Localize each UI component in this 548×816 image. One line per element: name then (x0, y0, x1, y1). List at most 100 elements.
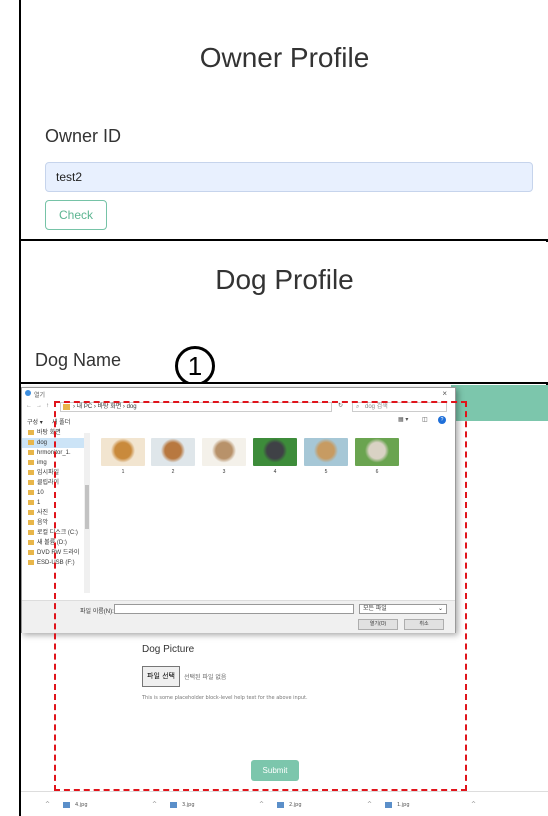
folder-icon (28, 449, 34, 455)
dog-photo-icon (202, 438, 246, 466)
chevron-up-icon[interactable]: ^ (45, 799, 50, 811)
download-item[interactable]: 3.jpg (170, 799, 195, 811)
download-file-name: 4.jpg (75, 802, 88, 808)
file-thumbnail[interactable]: 2 (151, 438, 195, 478)
nav-item[interactable]: 음악 (22, 518, 90, 528)
forward-arrow-icon[interactable]: → (36, 403, 42, 409)
folder-icon (28, 509, 34, 515)
open-button[interactable]: 열기(O) (358, 619, 398, 630)
dialog-close-icon[interactable]: × (442, 389, 447, 398)
file-thumbnail[interactable]: 3 (202, 438, 246, 478)
download-file-name: 2.jpg (289, 802, 302, 808)
nav-item[interactable]: 클립라이 (22, 478, 90, 488)
dialog-toolbar: 구성 ▾ 새 폴더 ▦ ▾ ◫ ? (22, 415, 455, 427)
chevron-up-icon[interactable]: ^ (152, 799, 157, 811)
help-icon[interactable]: ? (438, 416, 446, 424)
folder-icon (28, 469, 34, 475)
file-thumbnail[interactable]: 1 (101, 438, 145, 478)
upload-panel: 열기 × ← → ↑ › 내 PC › 바탕 화면 › dog ↻ ⌕ dog … (21, 385, 548, 816)
filetype-select[interactable]: 모든 파일 ⌄ (359, 604, 447, 614)
download-item[interactable]: 4.jpg (63, 799, 88, 811)
nav-item[interactable]: 사진 (22, 508, 90, 518)
dialog-title: 열기 (34, 393, 46, 399)
file-thumbnail[interactable]: 4 (253, 438, 297, 478)
nav-item[interactable]: DVD RW 드라이 (22, 548, 90, 558)
owner-profile-title: Owner Profile (199, 42, 370, 73)
nav-item-label: 로컬 디스크 (C:) (37, 530, 78, 536)
nav-item-label: 10 (37, 490, 44, 496)
downloads-bar: ^ 4.jpg ^ 3.jpg ^ 2.jpg ^ 1.jpg ^ (21, 791, 548, 816)
nav-item-label: 새 볼륨 (D:) (37, 540, 67, 546)
nav-item[interactable]: 1 (22, 498, 90, 508)
folder-icon (28, 539, 34, 545)
download-item[interactable]: 2.jpg (277, 799, 302, 811)
nav-scroll-thumb[interactable] (85, 485, 89, 529)
owner-id-input[interactable]: test2 (45, 162, 533, 192)
folder-icon (28, 499, 34, 505)
nav-item[interactable]: ESD-USB (F:) (22, 558, 90, 568)
nav-item[interactable]: dog (22, 438, 90, 448)
check-button[interactable]: Check (45, 200, 107, 230)
nav-item-label: 임시파일 (37, 470, 60, 476)
folder-icon (28, 559, 34, 565)
address-path[interactable]: › 내 PC › 바탕 화면 › dog (60, 402, 332, 412)
nav-item-label: 클립라이 (37, 480, 60, 486)
chevron-up-icon[interactable]: ^ (471, 799, 476, 811)
no-file-text: 선택된 파일 없음 (184, 674, 227, 681)
organize-menu[interactable]: 구성 ▾ (27, 417, 43, 426)
nav-item-label: hrmonitor_1. (37, 450, 71, 456)
dialog-nav-pane: 바탕 화면 dog hrmonitor_1.img 임시파일클립라이 10 1 사진 음악로컬… (22, 428, 90, 598)
refresh-icon[interactable]: ↻ (338, 402, 343, 409)
filename-input[interactable] (114, 604, 354, 614)
dog-photo-icon (101, 438, 145, 466)
image-file-icon (170, 801, 177, 808)
screenshot-frame: Owner Profile Owner ID test2 Check Dog P… (19, 0, 548, 816)
dog-photo-icon (253, 438, 297, 466)
nav-item[interactable]: 로컬 디스크 (C:) (22, 528, 90, 538)
help-text: This is some placeholder block-level hel… (142, 695, 308, 701)
folder-icon (28, 479, 34, 485)
download-file-name: 3.jpg (182, 802, 195, 808)
nav-item[interactable]: hrmonitor_1. (22, 448, 90, 458)
preview-pane-icon[interactable]: ◫ (422, 416, 428, 423)
up-arrow-icon[interactable]: ↑ (46, 403, 49, 409)
chevron-down-icon: ⌄ (437, 606, 443, 612)
dog-photo-icon (304, 438, 348, 466)
nav-item[interactable]: 10 (22, 488, 90, 498)
chrome-logo-icon (25, 390, 31, 396)
nav-item[interactable]: 바탕 화면 (22, 428, 90, 438)
file-thumbnail[interactable]: 6 (355, 438, 399, 478)
folder-icon (63, 404, 70, 410)
submit-button[interactable]: Submit (251, 760, 299, 781)
folder-icon (28, 429, 34, 435)
nav-item-label: ESD-USB (F:) (37, 560, 75, 566)
download-item[interactable]: 1.jpg (385, 799, 410, 811)
file-name: 2 (171, 469, 175, 475)
nav-scrollbar[interactable] (84, 433, 90, 593)
folder-icon (28, 459, 34, 465)
filetype-value: 모든 파일 (363, 606, 387, 612)
nav-item[interactable]: 임시파일 (22, 468, 90, 478)
cancel-button[interactable]: 취소 (404, 619, 444, 630)
file-name: 1 (121, 469, 125, 475)
file-thumbnail[interactable]: 5 (304, 438, 348, 478)
image-file-icon (277, 801, 284, 808)
new-folder-button[interactable]: 새 폴더 (52, 417, 70, 426)
back-arrow-icon[interactable]: ← (26, 403, 32, 409)
nav-item-label: dog (37, 440, 48, 446)
dialog-bottom-bar: 파일 이름(N): 모든 파일 ⌄ 열기(O) 취소 (22, 600, 455, 633)
view-options-icon[interactable]: ▦ ▾ (398, 416, 408, 423)
folder-icon (28, 549, 34, 555)
nav-item[interactable]: 새 볼륨 (D:) (22, 538, 90, 548)
dialog-search-input[interactable]: ⌕ dog 검색 (352, 402, 447, 412)
nav-item[interactable]: img (22, 458, 90, 468)
chevron-up-icon[interactable]: ^ (259, 799, 264, 811)
choose-file-button[interactable]: 파일 선택 (142, 666, 180, 687)
nav-item-label: img (37, 460, 47, 466)
nav-item-label: 1 (37, 500, 41, 506)
dialog-file-grid: 1 2 3 4 5 6 (96, 428, 451, 598)
chevron-up-icon[interactable]: ^ (367, 799, 372, 811)
dialog-titlebar: 열기 × (22, 388, 455, 400)
file-name: 4 (273, 469, 277, 475)
dog-photo-icon (151, 438, 195, 466)
